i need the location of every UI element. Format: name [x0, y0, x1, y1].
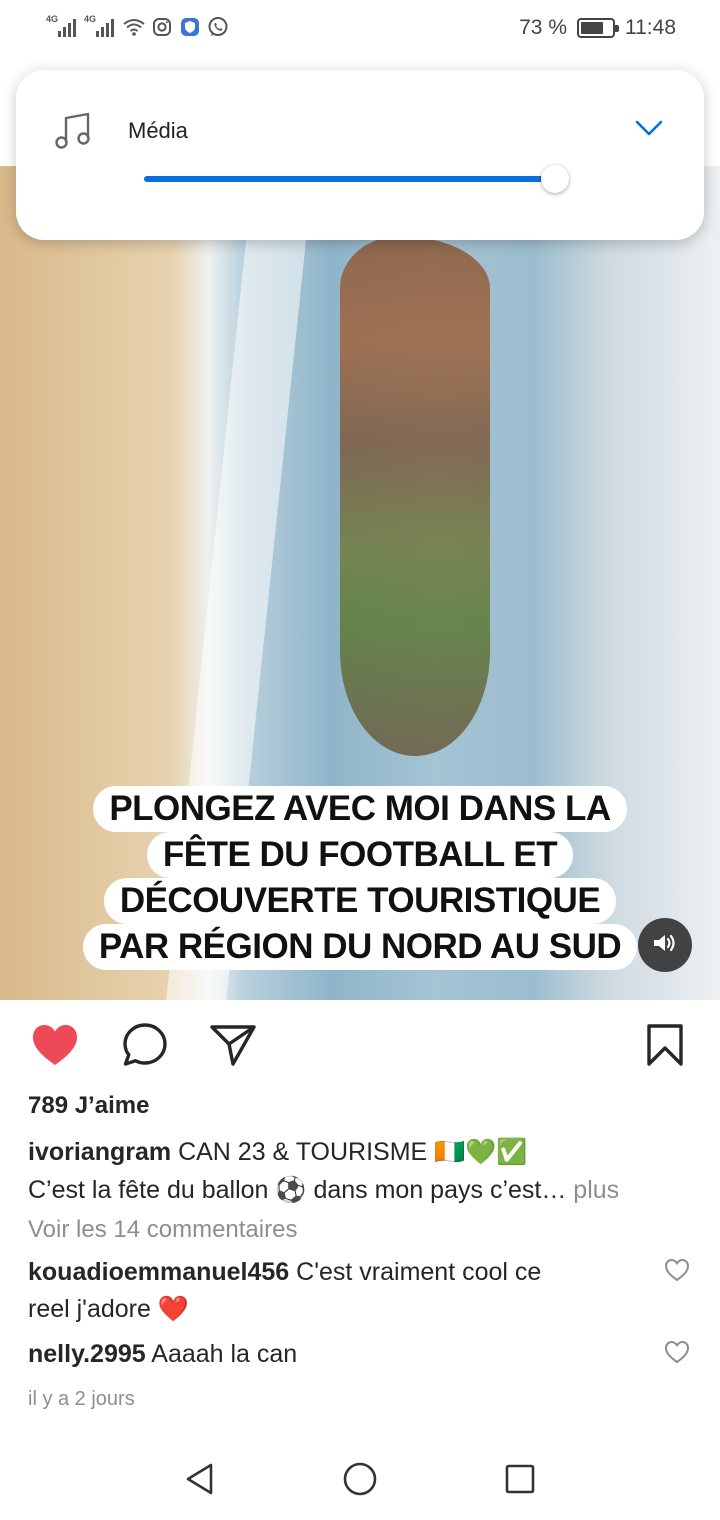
wifi-icon — [122, 15, 146, 39]
signal-icon: 4G — [46, 15, 80, 39]
video-caption-line: PLONGEZ AVEC MOI DANS LA — [93, 786, 627, 832]
caption-username[interactable]: ivoriangram — [28, 1138, 171, 1166]
comment-item: kouadioemmanuel456 C'est vraiment cool c… — [28, 1254, 638, 1328]
heart-outline-icon — [664, 1340, 690, 1368]
view-comments-link[interactable]: Voir les 14 commentaires — [28, 1216, 297, 1244]
post-action-bar — [0, 1000, 720, 1092]
comment-like-button[interactable] — [664, 1340, 690, 1364]
shield-icon — [178, 15, 202, 39]
network-type-label: 4G — [46, 14, 59, 24]
video-caption-line: PAR RÉGION DU NORD AU SUD — [82, 924, 638, 970]
volume-slider[interactable] — [144, 165, 570, 193]
back-triangle-icon — [184, 1462, 216, 1501]
volume-stream-label: Média — [128, 118, 188, 143]
video-caption-line: DÉCOUVERTE TOURISTIQUE — [103, 878, 617, 924]
share-button[interactable] — [208, 1022, 258, 1072]
battery-percentage: 73 % — [519, 16, 567, 39]
volume-slider-fill — [144, 176, 556, 182]
video-caption-line: FÊTE DU FOOTBALL ET — [146, 832, 574, 878]
video-caption-overlay: PLONGEZ AVEC MOI DANS LA FÊTE DU FOOTBAL… — [78, 786, 642, 970]
heart-filled-icon — [31, 1023, 79, 1072]
signal-icon: 4G — [84, 15, 118, 39]
comment-like-button[interactable] — [664, 1258, 690, 1282]
home-button[interactable] — [337, 1458, 383, 1504]
status-icons-right: 73 % 11:48 — [519, 14, 676, 42]
comment-bubble-icon — [121, 1021, 169, 1074]
mute-button[interactable] — [638, 918, 692, 972]
status-icons-left: 4G 4G — [46, 14, 230, 40]
save-button[interactable] — [640, 1022, 690, 1072]
caption-more-link[interactable]: plus — [573, 1176, 619, 1204]
recents-square-icon — [504, 1463, 536, 1500]
network-type-label: 4G — [84, 14, 97, 24]
whatsapp-icon — [206, 15, 230, 39]
status-bar: 4G 4G 73 % 11:48 — [0, 0, 720, 56]
volume-panel: Média — [16, 70, 704, 240]
speaker-icon — [652, 932, 678, 959]
expand-chevron-icon[interactable] — [634, 116, 664, 140]
music-note-icon — [52, 110, 96, 154]
heart-outline-icon — [664, 1258, 690, 1286]
clock: 11:48 — [625, 16, 676, 39]
comment-username[interactable]: nelly.2995 — [28, 1340, 146, 1368]
reel-video[interactable]: PLONGEZ AVEC MOI DANS LA FÊTE DU FOOTBAL… — [0, 166, 720, 1000]
comment-text: C'est vraiment cool ce — [296, 1258, 542, 1286]
comment-text: reel j'adore ❤️ — [28, 1295, 189, 1323]
post-caption: ivoriangram CAN 23 & TOURISME 🇨🇮💚✅ C’est… — [28, 1133, 688, 1209]
system-navigation-bar — [0, 1440, 720, 1520]
instagram-icon — [150, 15, 174, 39]
bookmark-icon — [646, 1023, 684, 1071]
back-button[interactable] — [177, 1458, 223, 1504]
home-circle-icon — [342, 1461, 378, 1502]
comment-button[interactable] — [120, 1022, 170, 1072]
paper-plane-icon — [209, 1023, 257, 1072]
recents-button[interactable] — [497, 1458, 543, 1504]
comment-username[interactable]: kouadioemmanuel456 — [28, 1258, 289, 1286]
video-scenery — [340, 236, 490, 756]
caption-text: CAN 23 & TOURISME 🇨🇮💚✅ — [178, 1138, 528, 1166]
like-button[interactable] — [30, 1022, 80, 1072]
comment-item: nelly.2995 Aaaah la can — [28, 1336, 638, 1373]
post-timestamp: il y a 2 jours — [28, 1388, 135, 1410]
caption-text: C’est la fête du ballon ⚽ dans mon pays … — [28, 1176, 567, 1204]
volume-slider-thumb[interactable] — [541, 165, 570, 193]
comment-text: Aaaah la can — [151, 1340, 298, 1368]
battery-icon — [577, 18, 619, 38]
like-count[interactable]: 789 J’aime — [28, 1092, 149, 1120]
